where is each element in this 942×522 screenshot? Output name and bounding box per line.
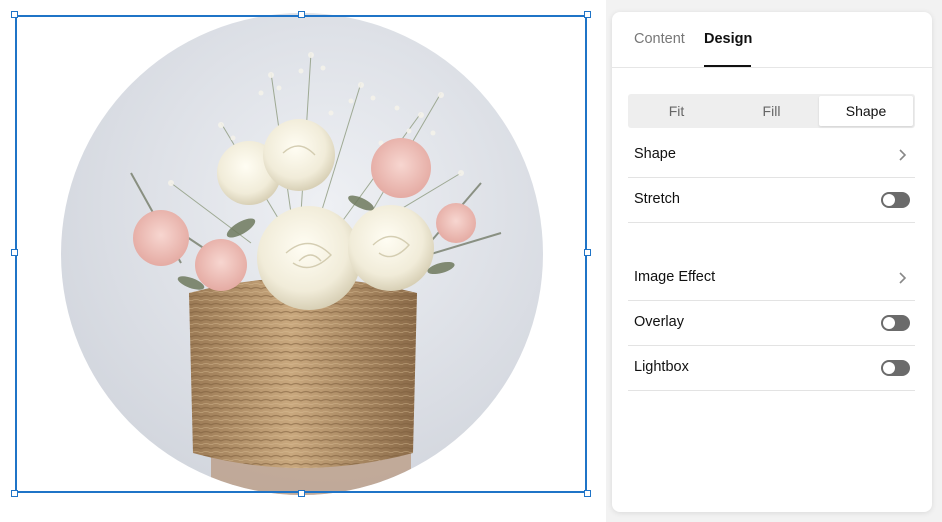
tab-content[interactable]: Content	[634, 31, 685, 47]
overlay-label: Overlay	[634, 314, 684, 330]
mode-fit-button[interactable]: Fit	[630, 96, 723, 126]
overlay-row: Overlay	[628, 301, 915, 346]
chevron-right-icon	[899, 272, 907, 284]
image-effect-label: Image Effect	[634, 269, 716, 285]
resize-handle-top[interactable]	[298, 11, 305, 18]
image-effect-row[interactable]: Image Effect	[628, 256, 915, 301]
lightbox-row: Lightbox	[628, 346, 915, 391]
stretch-row: Stretch	[628, 178, 915, 223]
resize-handle-top-right[interactable]	[584, 11, 591, 18]
flower-basket-image	[61, 13, 543, 495]
image-block[interactable]	[11, 11, 591, 497]
stretch-label: Stretch	[634, 191, 680, 207]
active-tab-indicator	[704, 65, 751, 67]
shape-label: Shape	[634, 146, 676, 162]
lightbox-toggle[interactable]	[881, 360, 910, 376]
shape-row[interactable]: Shape	[628, 133, 915, 178]
panel-tabs: Content Design	[612, 12, 932, 68]
resize-handle-bottom-left[interactable]	[11, 490, 18, 497]
lightbox-label: Lightbox	[634, 359, 689, 375]
editor-canvas	[0, 0, 606, 522]
chevron-right-icon	[899, 149, 907, 161]
resize-handle-top-left[interactable]	[11, 11, 18, 18]
image-mode-switcher: Fit Fill Shape	[628, 94, 915, 128]
mode-fill-button[interactable]: Fill	[725, 96, 818, 126]
image-design-panel: Content Design Fit Fill Shape Shape Stre…	[612, 12, 932, 512]
resize-handle-left[interactable]	[11, 249, 18, 256]
resize-handle-bottom[interactable]	[298, 490, 305, 497]
tab-design[interactable]: Design	[704, 31, 752, 47]
mode-shape-button[interactable]: Shape	[819, 96, 913, 126]
resize-handle-right[interactable]	[584, 249, 591, 256]
resize-handle-bottom-right[interactable]	[584, 490, 591, 497]
stretch-toggle[interactable]	[881, 192, 910, 208]
overlay-toggle[interactable]	[881, 315, 910, 331]
